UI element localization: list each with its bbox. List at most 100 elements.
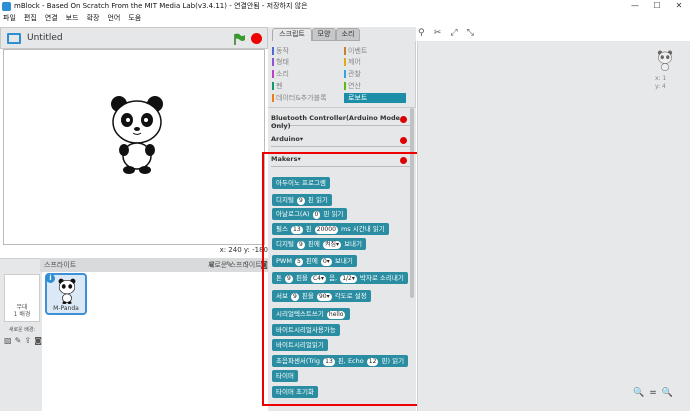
block-13[interactable]: 타이머 초기화 — [272, 386, 318, 398]
block-1[interactable]: 디지털 9 핀 읽기 — [272, 194, 332, 206]
zoom-out-icon[interactable]: 🔍 — [633, 388, 644, 400]
section-makers[interactable]: Makers▾ — [271, 155, 411, 167]
fullscreen-icon[interactable] — [7, 32, 21, 44]
category-events[interactable]: 이벤트 — [344, 46, 406, 56]
sprite-card[interactable]: i M-Panda — [45, 273, 87, 315]
menu-connect[interactable]: 연결 — [45, 13, 58, 23]
camera-sprite-icon[interactable]: ◙ — [260, 260, 268, 270]
block-input[interactable]: 1/2▾ — [340, 275, 357, 283]
category-motion[interactable]: 동작 — [272, 46, 338, 56]
paint-backdrop-icon[interactable]: ✎ — [15, 336, 22, 345]
block-input[interactable]: 9 — [285, 275, 293, 283]
category-data[interactable]: 데이터&추가블록 — [272, 93, 338, 103]
block-input[interactable]: 9 — [297, 197, 305, 205]
stage-thumbnail-label: 무대 1 배경 — [4, 304, 40, 318]
block-4[interactable]: 디지털 9 핀에 켜짐▾ 보내기 — [272, 238, 367, 250]
menu-edit[interactable]: 편집 — [24, 13, 37, 23]
block-5[interactable]: PWM 5 핀에 0▾ 보내기 — [272, 255, 357, 267]
category-robots[interactable]: 로보트 — [344, 93, 406, 103]
close-button[interactable]: ✕ — [668, 0, 690, 12]
stop-icon[interactable] — [251, 33, 262, 44]
panda-sprite[interactable] — [107, 94, 167, 174]
block-text: 핀을 — [293, 274, 310, 282]
block-input[interactable]: C4▾ — [310, 275, 326, 283]
delete-icon[interactable]: ✂ — [434, 28, 442, 40]
block-text: 핀, Echo — [335, 357, 366, 365]
tab-costumes[interactable]: 모양 — [312, 28, 336, 41]
block-input[interactable]: 0▾ — [320, 258, 332, 266]
block-0[interactable]: 아두이노 프로그램 — [272, 177, 330, 189]
project-title[interactable]: Untitled — [27, 33, 63, 43]
menu-language[interactable]: 언어 — [107, 13, 120, 23]
script-area[interactable] — [417, 41, 690, 411]
block-8[interactable]: 시리얼텍스트쓰기 hello — [272, 308, 351, 320]
block-input[interactable]: 13 — [291, 226, 303, 234]
menu-boards[interactable]: 보드 — [66, 13, 79, 23]
menu-file[interactable]: 파일 — [3, 13, 16, 23]
green-flag-icon[interactable] — [233, 33, 245, 45]
block-input[interactable]: 0 — [312, 211, 321, 219]
title-bar: mBlock - Based On Scratch From the MIT M… — [0, 0, 690, 12]
category-sound[interactable]: 소리 — [272, 69, 338, 79]
tab-sounds[interactable]: 소리 — [336, 28, 360, 41]
sprite-library-icon[interactable]: ♛ — [208, 260, 215, 270]
block-11[interactable]: 초음파센서(Trig 13 핀, Echo 12 핀) 읽기 — [272, 355, 409, 367]
block-2[interactable]: 아날로그(A) 0 핀 읽기 — [272, 208, 348, 220]
block-7[interactable]: 서보 9 핀을 90▾ 각도로 설정 — [272, 290, 371, 302]
sprite-info-icon[interactable]: i — [46, 274, 55, 283]
backdrop-library-icon[interactable]: ▨ — [4, 336, 12, 345]
menu-help[interactable]: 도움 — [128, 13, 141, 23]
block-10[interactable]: 바이트시리얼읽기 — [272, 339, 328, 351]
zoom-reset-icon[interactable]: = — [649, 388, 657, 400]
category-sensing[interactable]: 관찰 — [344, 69, 406, 79]
block-9[interactable]: 바이트시리얼사용가능 — [272, 324, 340, 336]
block-input[interactable]: 5 — [295, 258, 303, 266]
camera-backdrop-icon[interactable]: ◙ — [34, 336, 42, 345]
palette-scrollbar[interactable] — [410, 108, 414, 298]
block-input[interactable]: 20000 — [314, 226, 338, 234]
zoom-controls: 🔍 = 🔍 — [633, 388, 673, 400]
block-12[interactable]: 타이머 — [272, 370, 298, 382]
upload-backdrop-icon[interactable]: ⇪ — [24, 336, 31, 345]
category-operators[interactable]: 연산 — [344, 81, 406, 91]
maximize-button[interactable]: ☐ — [646, 0, 668, 12]
stage-canvas[interactable] — [3, 49, 265, 245]
grow-icon[interactable]: ⤢ — [450, 28, 457, 40]
block-input[interactable]: 12 — [366, 358, 379, 366]
paint-sprite-icon[interactable]: ✎ — [226, 260, 233, 270]
block-text: 시리얼텍스트쓰기 — [276, 310, 326, 318]
sprite-x: x: 1 — [655, 75, 667, 82]
category-looks[interactable]: 형태 — [272, 57, 338, 67]
category-control[interactable]: 제어 — [344, 57, 406, 67]
block-3[interactable]: 펄스 13 핀 20000 ms 시간내 읽기 — [272, 223, 389, 235]
minimize-button[interactable]: — — [624, 0, 646, 12]
block-input[interactable]: hello — [326, 311, 346, 319]
upload-sprite-icon[interactable]: ⇪ — [243, 260, 250, 270]
block-input[interactable]: 켜짐▾ — [322, 241, 341, 249]
block-text: 타이머 — [276, 372, 294, 380]
block-text: 아두이노 프로그램 — [276, 179, 326, 187]
block-text: 음, — [327, 274, 340, 282]
block-text: 바이트시리얼읽기 — [276, 341, 324, 349]
zoom-in-icon[interactable]: 🔍 — [662, 388, 673, 400]
block-input[interactable]: 90▾ — [316, 293, 332, 301]
duplicate-icon[interactable]: ⚲ — [418, 28, 425, 40]
block-text: 핀 읽기 — [305, 196, 328, 204]
window-title: mBlock - Based On Scratch From the MIT M… — [14, 2, 308, 10]
shrink-icon[interactable]: ⤡ — [467, 28, 474, 40]
block-6[interactable]: 톤 9 핀을 C4▾ 음, 1/2▾ 박자로 소리내기 — [272, 272, 408, 284]
block-text: 핀에 — [305, 240, 322, 248]
block-input[interactable]: 9 — [291, 293, 299, 301]
tab-scripts[interactable]: 스크립트 — [272, 28, 312, 41]
stage-header: Untitled — [0, 27, 268, 49]
block-input[interactable]: 9 — [297, 241, 305, 249]
block-text: 핀 — [303, 225, 314, 233]
new-backdrop-label: 새로운 배경: — [8, 327, 36, 333]
section-arduino[interactable]: Arduino▾ — [271, 135, 411, 147]
block-text: PWM — [276, 257, 295, 265]
category-pen[interactable]: 펜 — [272, 81, 338, 91]
cursor-tools: ⚲ ✂ ⤢ ⤡ — [416, 28, 476, 40]
block-input[interactable]: 13 — [323, 358, 335, 366]
menu-extensions[interactable]: 확장 — [87, 13, 100, 23]
section-bluetooth[interactable]: Bluetooth Controller(Arduino Mode Only) — [271, 114, 411, 130]
